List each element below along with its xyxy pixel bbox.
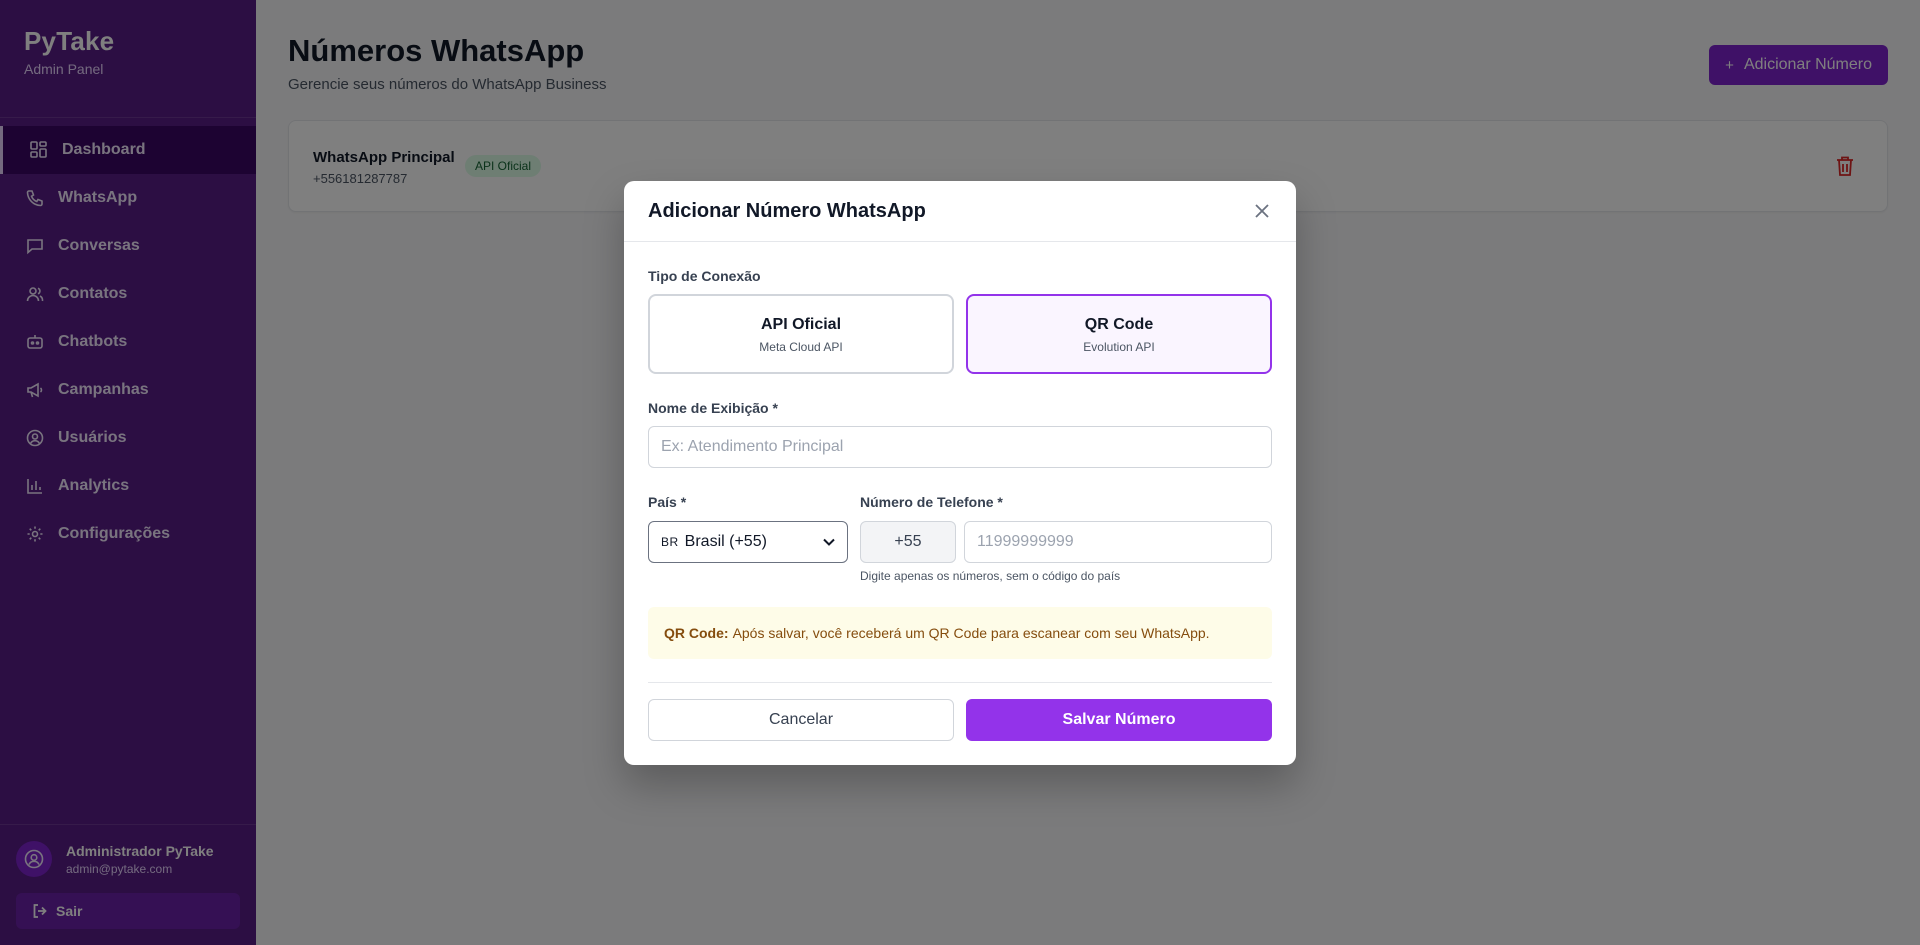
display-name-input[interactable]: Ex: Atendimento Principal bbox=[648, 426, 1272, 468]
connection-option-qr-code[interactable]: QR Code Evolution API bbox=[966, 294, 1272, 374]
chevron-down-icon bbox=[823, 538, 835, 546]
connection-type-label: Tipo de Conexão bbox=[648, 268, 761, 284]
modal-title: Adicionar Número WhatsApp bbox=[648, 200, 926, 222]
modal-header: Adicionar Número WhatsApp bbox=[624, 181, 1296, 242]
divider bbox=[648, 682, 1272, 683]
phone-hint: Digite apenas os números, sem o código d… bbox=[860, 569, 1121, 583]
connection-option-title: QR Code bbox=[1084, 316, 1154, 333]
country-value: Brasil (+55) bbox=[684, 533, 767, 550]
save-number-button[interactable]: Salvar Número bbox=[966, 699, 1272, 741]
country-label: País * bbox=[648, 494, 687, 510]
close-button[interactable] bbox=[1252, 201, 1272, 221]
display-name-label: Nome de Exibição * bbox=[648, 400, 778, 416]
country-flag: BR bbox=[661, 535, 679, 549]
display-name-placeholder: Ex: Atendimento Principal bbox=[661, 438, 844, 455]
connection-option-subtitle: Meta Cloud API bbox=[759, 340, 843, 354]
qr-code-info-box: QR Code: Após salvar, você receberá um Q… bbox=[648, 607, 1272, 659]
connection-option-title: API Oficial bbox=[760, 316, 842, 333]
country-select[interactable]: BR Brasil (+55) bbox=[648, 521, 848, 563]
info-text: Após salvar, você receberá um QR Code pa… bbox=[732, 625, 1210, 641]
close-icon bbox=[1255, 204, 1269, 218]
connection-option-api-oficial[interactable]: API Oficial Meta Cloud API bbox=[648, 294, 954, 374]
phone-label: Número de Telefone * bbox=[860, 494, 1003, 510]
phone-placeholder: 11999999999 bbox=[977, 533, 1074, 550]
cancel-button[interactable]: Cancelar bbox=[648, 699, 954, 741]
connection-option-subtitle: Evolution API bbox=[1083, 340, 1155, 354]
phone-prefix: +55 bbox=[860, 521, 956, 563]
phone-input[interactable]: 11999999999 bbox=[964, 521, 1272, 563]
add-number-modal: Adicionar Número WhatsApp Tipo de Conexã… bbox=[624, 181, 1296, 765]
info-bold: QR Code: bbox=[664, 625, 729, 641]
